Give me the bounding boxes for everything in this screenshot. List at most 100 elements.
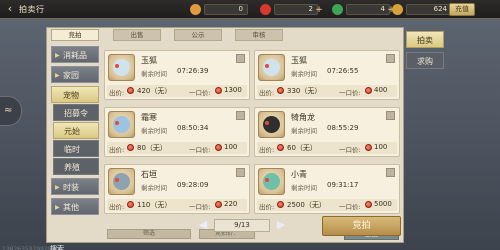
red-gem-icon (260, 4, 271, 15)
coin-icon (127, 201, 134, 208)
currency-value: 0 (204, 4, 248, 15)
price-bar: 出价: 2500（无） 一口价: 5000 (257, 199, 397, 211)
listing-card[interactable]: 石垣 剩余时间 09:28:09 出价: 110（无） 一口价: 220 (104, 164, 250, 214)
category-label: 招募令 (64, 109, 88, 118)
pet-name: 石垣 (141, 170, 157, 179)
collapse-arrow-icon: ▼ (55, 92, 60, 99)
coin-icon (127, 144, 134, 151)
select-checkbox[interactable] (236, 54, 245, 63)
pet-name: 犄角龙 (291, 113, 315, 122)
time-label: 剩余时间 (291, 127, 317, 135)
prev-page-icon[interactable]: ◀ (196, 218, 210, 233)
category-home[interactable]: ▶ 家园 (51, 66, 99, 83)
pet-eye-icon (265, 64, 269, 68)
recharge-button[interactable]: 充值 (449, 3, 475, 16)
buyout-value: 1300 (224, 86, 242, 94)
tab-public[interactable]: 公示 (174, 29, 222, 41)
bid-label: 出价: (259, 146, 275, 154)
buyout-label: 一口价: (189, 203, 211, 211)
currency-gold-ingot: 0 (190, 3, 248, 16)
subcategory-breeding[interactable]: 养殖 (53, 158, 99, 175)
listing-card[interactable]: 犄角龙 剩余时间 08:55:29 出价: 60（无） 一口价: 100 (254, 107, 400, 157)
price-bar: 出价: 330（无） 一口价: 400 (257, 85, 397, 97)
category-other[interactable]: ▶ 其他 (51, 198, 99, 215)
gold-ingot-icon (190, 4, 201, 15)
currency-value: 4 (346, 4, 390, 15)
side-handle[interactable]: ≈ (0, 96, 22, 126)
bid-button[interactable]: 竞拍 (322, 216, 401, 236)
subcategory-temporary[interactable]: 临时 (53, 140, 99, 157)
currency-value: 624 (406, 4, 452, 15)
expand-arrow-icon: ▶ (55, 52, 60, 59)
category-label: 时装 (63, 183, 79, 192)
pet-eye-icon (115, 178, 119, 182)
tab-bar: 竞拍 出售 公示 审核 (51, 29, 296, 41)
expand-arrow-icon: ▶ (55, 72, 60, 79)
subcategory-recruit[interactable]: 招募令 (53, 104, 99, 121)
category-consumables[interactable]: ▶ 消耗品 (51, 46, 99, 63)
back-arrow-icon[interactable]: ‹ (4, 3, 16, 16)
category-label: 消耗品 (63, 51, 87, 60)
bid-value: 60（无） (287, 144, 317, 152)
coin-icon (365, 201, 372, 208)
pet-slot (108, 168, 135, 195)
top-bar: ‹ 拍卖行 0 2 + 4 + 624 充值 (0, 0, 500, 19)
category-pets[interactable]: ▼ 宠物 (51, 86, 99, 103)
bid-label: 出价: (259, 203, 275, 211)
time-label: 剩余时间 (141, 127, 167, 135)
pet-slot (258, 54, 285, 81)
coin-icon (215, 87, 222, 94)
buyout-label: 一口价: (189, 146, 211, 154)
coin-icon (127, 87, 134, 94)
category-label: 家园 (63, 71, 79, 80)
price-bar: 出价: 80（无） 一口价: 100 (107, 142, 247, 154)
select-checkbox[interactable] (236, 111, 245, 120)
bid-label: 出价: (259, 89, 275, 97)
filter-button[interactable]: 筛选 (107, 229, 191, 239)
pet-eye-icon (265, 178, 269, 182)
listing-card[interactable]: 玉狐 剩余时间 07:26:39 出价: 420（无） 一口价: 1300 (104, 50, 250, 100)
category-label: 其他 (63, 203, 79, 212)
pet-eye-icon (265, 121, 269, 125)
gold-coin-icon (392, 4, 403, 15)
buyout-value: 220 (224, 200, 238, 208)
buyout-label: 一口价: (339, 146, 361, 154)
tab-bid[interactable]: 竞拍 (51, 29, 99, 41)
listing-card[interactable]: 小青 剩余时间 09:31:17 出价: 2500（无） 一口价: 5000 (254, 164, 400, 214)
add-currency-icon[interactable]: + (314, 5, 324, 15)
select-checkbox[interactable] (236, 168, 245, 177)
category-fashion[interactable]: ▶ 时装 (51, 178, 99, 195)
time-value: 08:55:29 (327, 124, 359, 132)
side-tab-wanted[interactable]: 求购 (406, 52, 444, 69)
category-label: 临时 (64, 145, 80, 154)
select-checkbox[interactable] (386, 168, 395, 177)
subcategory-origin[interactable]: 元始 (53, 122, 99, 139)
footer-extra4 (48, 246, 49, 247)
bid-label: 出价: (109, 203, 125, 211)
tab-review[interactable]: 审核 (235, 29, 283, 41)
buyout-label: 一口价: (339, 89, 361, 97)
buyout-value: 5000 (374, 200, 392, 208)
listing-grid: 玉狐 剩余时间 07:26:39 出价: 420（无） 一口价: 1300 玉狐… (104, 50, 400, 220)
expand-arrow-icon: ▶ (55, 204, 60, 211)
category-list: ▶ 消耗品 ▶ 家园 ▼ 宠物 招募令 元始 临时 养殖 ▶ 时装 ▶ 其他 (47, 41, 102, 231)
currency-green-jade: 4 + (332, 3, 396, 16)
time-value: 08:50:34 (177, 124, 209, 132)
tab-sell[interactable]: 出售 (113, 29, 161, 41)
listing-card[interactable]: 霜寒 剩余时间 08:50:34 出价: 80（无） 一口价: 100 (104, 107, 250, 157)
pet-name: 小青 (291, 170, 307, 179)
bid-value: 80（无） (137, 144, 167, 152)
side-tab-auction[interactable]: 拍卖 (406, 31, 444, 48)
bid-value: 110（无） (137, 201, 172, 209)
pet-slot (258, 111, 285, 138)
expand-arrow-icon: ▶ (55, 184, 60, 191)
pet-slot (258, 168, 285, 195)
listing-card[interactable]: 玉狐 剩余时间 07:26:55 出价: 330（无） 一口价: 400 (254, 50, 400, 100)
select-checkbox[interactable] (386, 111, 395, 120)
coin-icon (365, 87, 372, 94)
time-value: 07:26:39 (177, 67, 209, 75)
next-page-icon[interactable]: ▶ (274, 218, 288, 233)
category-label: 元始 (64, 127, 80, 136)
select-checkbox[interactable] (386, 54, 395, 63)
page-indicator[interactable]: 9/13 (214, 219, 270, 232)
